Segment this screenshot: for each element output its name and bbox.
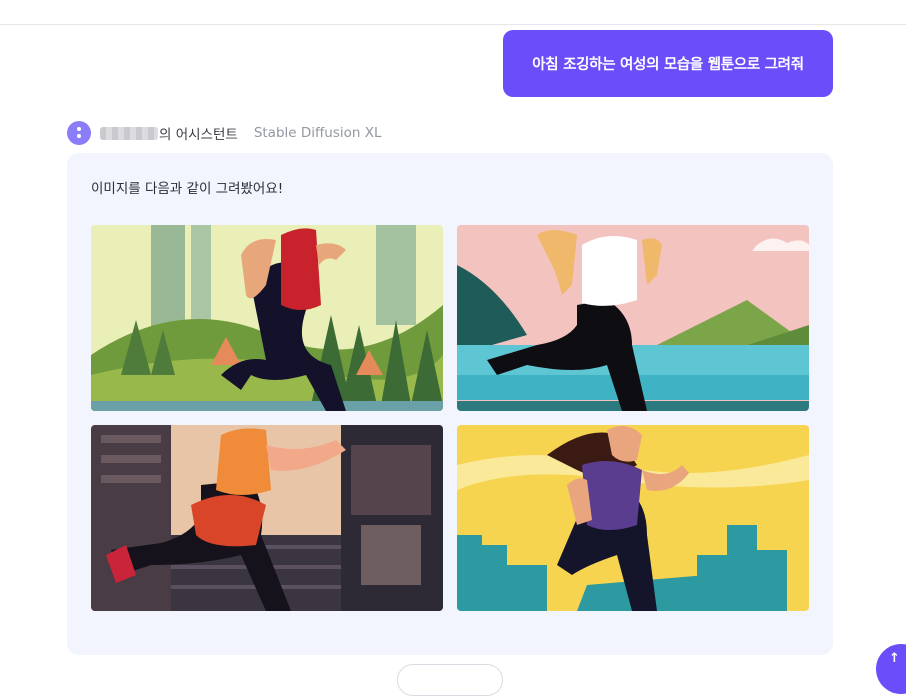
assistant-header: 의 어시스턴트 Stable Diffusion XL — [67, 121, 382, 145]
user-message-bubble: 아침 조깅하는 여성의 모습을 웹툰으로 그려줘 — [503, 30, 833, 97]
jogger-yellow-skyline-image[interactable] — [457, 425, 809, 611]
bottom-action-pill[interactable] — [397, 664, 503, 696]
assistant-response-text: 이미지를 다음과 같이 그려봤어요! — [91, 181, 284, 197]
jogger-lake-pink-sky-image[interactable] — [457, 225, 809, 411]
assistant-name-suffix: 의 어시스턴트 — [159, 127, 238, 143]
jogger-forest-mountains-image[interactable] — [91, 225, 443, 411]
header-divider — [0, 24, 906, 25]
user-message-text: 아침 조깅하는 여성의 모습을 웹툰으로 그려줘 — [532, 57, 804, 73]
blurred-user-name — [100, 126, 158, 140]
scroll-to-bottom-icon[interactable]: ↑ — [876, 644, 906, 694]
assistant-response-card: 이미지를 다음과 같이 그려봤어요! — [67, 153, 833, 655]
model-name: Stable Diffusion XL — [253, 125, 382, 141]
assistant-avatar-icon — [67, 121, 91, 145]
jogger-city-street-image[interactable] — [91, 425, 443, 611]
